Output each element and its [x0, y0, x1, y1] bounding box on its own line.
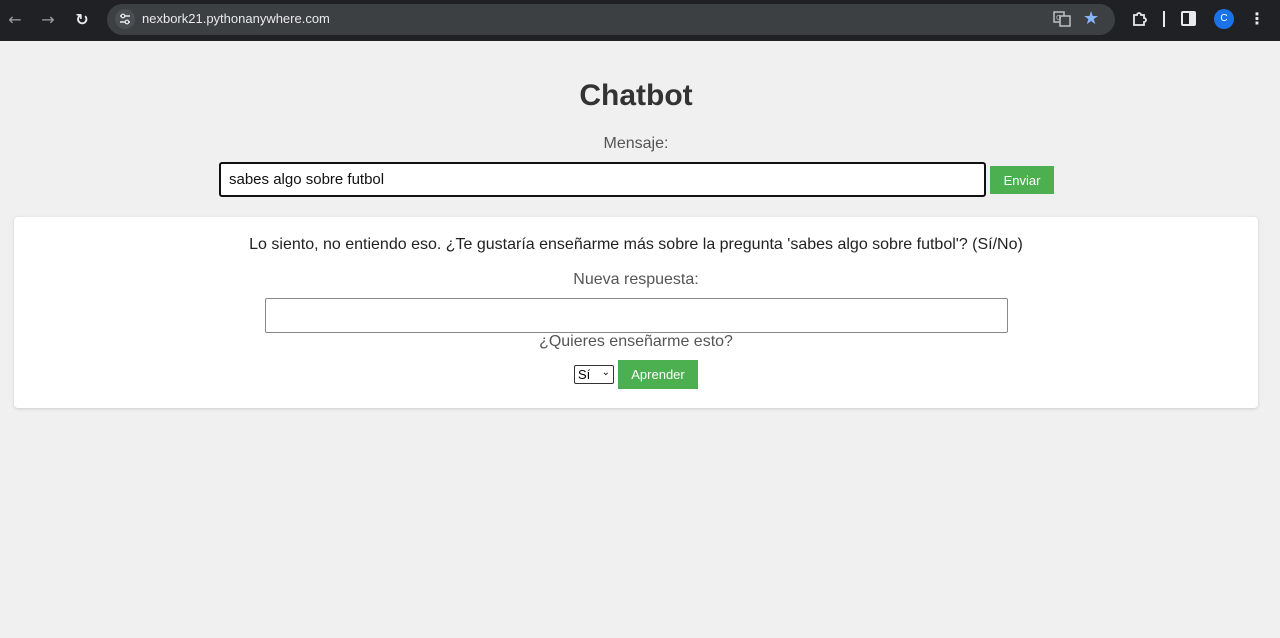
response-card: Lo siento, no entiendo eso. ¿Te gustaría…: [14, 217, 1258, 408]
menu-kebab-icon[interactable]: ⋮: [1249, 10, 1265, 28]
teach-select[interactable]: Sí ⌄: [574, 365, 614, 384]
message-label: Mensaje:: [603, 135, 669, 152]
bot-reply-text: Lo siento, no entiendo eso. ¿Te gustaría…: [249, 236, 1023, 253]
message-input[interactable]: [219, 162, 986, 197]
translate-icon[interactable]: G: [1053, 11, 1071, 32]
site-info-icon[interactable]: [115, 9, 135, 29]
side-panel-icon[interactable]: [1181, 11, 1196, 26]
chevron-down-icon: ⌄: [601, 367, 610, 378]
learn-button[interactable]: Aprender: [618, 360, 698, 389]
teach-question-label: ¿Quieres enseñarme esto?: [539, 333, 733, 350]
new-answer-label: Nueva respuesta:: [573, 271, 699, 288]
page-title: Chatbot: [579, 79, 693, 112]
svg-text:G: G: [1056, 14, 1061, 22]
forward-arrow-icon[interactable]: →: [37, 9, 59, 31]
bookmark-star-icon[interactable]: ★: [1083, 9, 1099, 29]
toolbar-separator: [1163, 11, 1165, 27]
reload-icon[interactable]: ↻: [71, 9, 93, 31]
extensions-icon[interactable]: [1131, 10, 1149, 33]
profile-avatar[interactable]: C: [1214, 9, 1234, 29]
send-button[interactable]: Enviar: [990, 166, 1054, 194]
back-arrow-icon[interactable]: ←: [4, 9, 26, 31]
teach-select-value: Sí: [578, 367, 591, 382]
browser-toolbar: ← → ↻ nexbork21.pythonanywhere.com G ★ C…: [0, 0, 1280, 41]
url-text[interactable]: nexbork21.pythonanywhere.com: [142, 11, 330, 26]
new-answer-input[interactable]: [265, 298, 1008, 333]
